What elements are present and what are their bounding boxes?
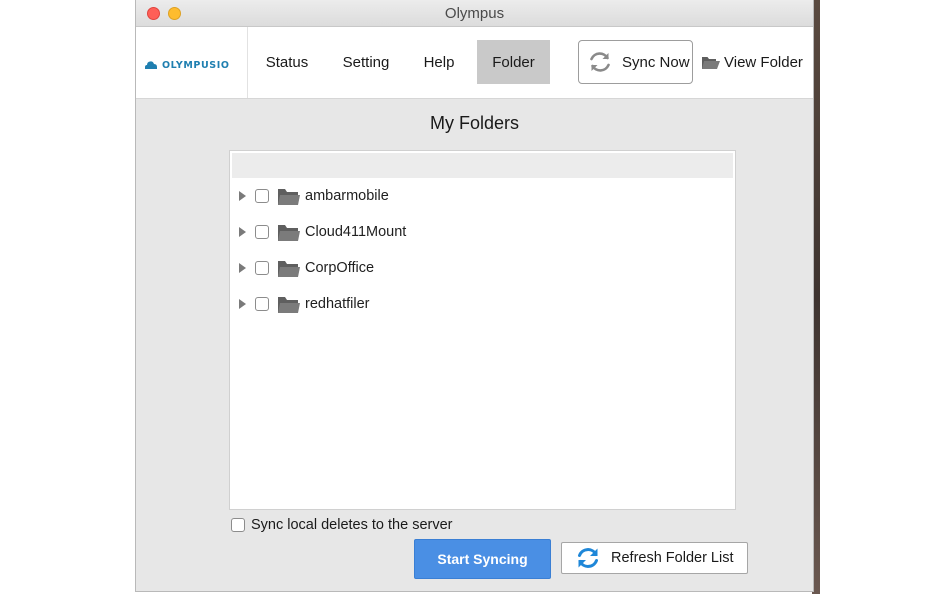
sync-icon — [590, 52, 610, 72]
sync-deletes-label: Sync local deletes to the server — [251, 517, 453, 533]
folder-checkbox[interactable] — [255, 261, 269, 275]
folder-icon — [278, 297, 300, 313]
nav-help[interactable]: Help — [410, 40, 468, 84]
olympus-logo: OLYMPUSIO — [144, 57, 230, 73]
start-syncing-label: Start Syncing — [437, 551, 528, 567]
sync-now-label: Sync Now — [622, 53, 690, 71]
toolbar: OLYMPUSIO Status Setting Help Folder Syn… — [136, 27, 813, 99]
view-folder-label: View Folder — [724, 53, 803, 71]
nav-folder[interactable]: Folder — [477, 40, 550, 84]
folder-row[interactable]: Cloud411Mount — [230, 220, 735, 244]
refresh-icon — [578, 548, 598, 568]
sync-deletes-option[interactable]: Sync local deletes to the server — [231, 516, 453, 534]
folder-checkbox[interactable] — [255, 189, 269, 203]
window-title: Olympus — [444, 5, 505, 22]
sync-now-button[interactable]: Sync Now — [578, 40, 693, 84]
folder-checkbox[interactable] — [255, 225, 269, 239]
folder-icon — [278, 225, 300, 241]
folder-name: ambarmobile — [305, 188, 389, 204]
nav-status[interactable]: Status — [252, 40, 322, 84]
folder-row[interactable]: ambarmobile — [230, 184, 735, 208]
start-syncing-button[interactable]: Start Syncing — [414, 539, 551, 579]
toolbar-divider — [247, 27, 248, 98]
refresh-folder-list-button[interactable]: Refresh Folder List — [561, 542, 748, 574]
expand-arrow-icon[interactable] — [239, 263, 246, 273]
expand-arrow-icon[interactable] — [239, 299, 246, 309]
folder-row[interactable]: CorpOffice — [230, 256, 735, 280]
logo-text: OLYMPUSIO — [162, 59, 230, 71]
expand-arrow-icon[interactable] — [239, 227, 246, 237]
app-window: Olympus OLYMPUSIO Status Setting Help Fo… — [135, 0, 814, 592]
folder-name: CorpOffice — [305, 260, 375, 276]
title-bar: Olympus — [136, 0, 813, 27]
expand-arrow-icon[interactable] — [239, 191, 246, 201]
sync-deletes-checkbox[interactable] — [231, 518, 245, 532]
open-folder-icon — [702, 56, 720, 69]
folder-row[interactable]: redhatfiler — [230, 292, 735, 316]
view-folder-button[interactable]: View Folder — [702, 40, 803, 84]
folder-name: Cloud411Mount — [305, 224, 407, 240]
page-title: My Folders — [429, 113, 519, 133]
cloud-logo-icon — [145, 61, 157, 69]
refresh-folder-list-label: Refresh Folder List — [611, 550, 734, 566]
tree-header — [232, 153, 733, 178]
folder-icon — [278, 261, 300, 277]
folder-name: redhatfiler — [305, 296, 370, 312]
folder-checkbox[interactable] — [255, 297, 269, 311]
folder-icon — [278, 189, 300, 205]
folder-tree[interactable]: ambarmobile Cloud411Mount CorpOffice red… — [229, 150, 736, 510]
nav-setting[interactable]: Setting — [328, 40, 404, 84]
